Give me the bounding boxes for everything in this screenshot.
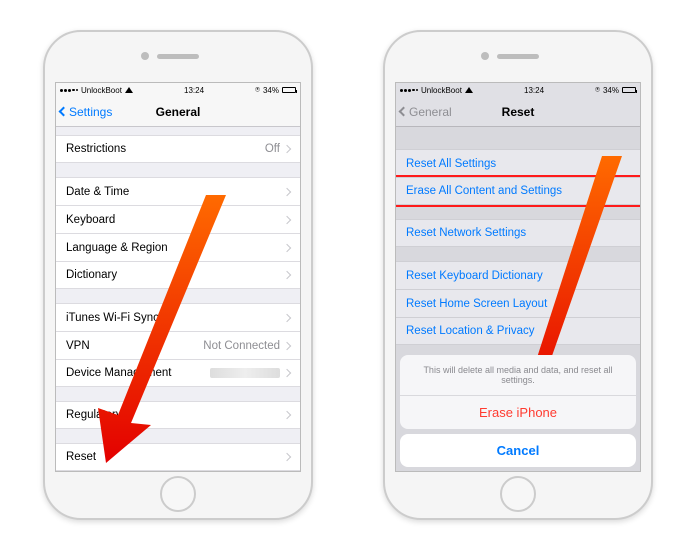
row-label: Reset Location & Privacy [406,325,534,337]
row-label: iTunes Wi-Fi Sync [66,312,159,324]
row-label: Regulatory [66,409,122,421]
chevron-right-icon [283,215,291,223]
chevron-left-icon [399,107,409,117]
row-label: Reset Home Screen Layout [406,298,547,310]
row-value: Not Connected [203,340,280,352]
cancel-button[interactable]: Cancel [400,434,636,467]
action-sheet: This will delete all media and data, and… [400,355,636,467]
row-reset-location-privacy[interactable]: Reset Location & Privacy [396,317,640,345]
row-label: Device Management [66,367,171,379]
sheet-message: This will delete all media and data, and… [400,355,636,395]
row-reset-network[interactable]: Reset Network Settings [396,219,640,247]
screen-reset: UnlockBoot 13:24 ⍟ 34% General Reset Res… [395,82,641,472]
row-label: Reset All Settings [406,158,496,170]
row-label: Erase All Content and Settings [406,185,562,197]
battery-label: 34% [603,86,619,95]
row-label: Keyboard [66,214,115,226]
battery-label: 34% [263,86,279,95]
carrier-label: UnlockBoot [81,86,122,95]
battery-icon [622,87,636,93]
wifi-icon [465,87,473,93]
home-button[interactable] [500,476,536,512]
row-label: VPN [66,340,90,352]
home-button[interactable] [160,476,196,512]
phone-left: UnlockBoot 13:24 ⍟ 34% Settings General … [43,30,313,520]
row-date-time[interactable]: Date & Time [56,177,300,205]
back-label: Settings [69,105,112,119]
page-title: General [156,105,201,119]
back-button: General [400,105,452,119]
row-label: Reset Keyboard Dictionary [406,270,543,282]
redacted-value [210,368,280,378]
carrier-label: UnlockBoot [421,86,462,95]
row-reset-keyboard-dict[interactable]: Reset Keyboard Dictionary [396,261,640,289]
row-reset-all-settings[interactable]: Reset All Settings [396,149,640,177]
erase-iphone-button[interactable]: Erase iPhone [400,395,636,429]
back-label: General [409,105,452,119]
time-label: 13:24 [184,86,204,95]
row-device-management[interactable]: Device Management [56,359,300,387]
chevron-right-icon [283,187,291,195]
status-bar: UnlockBoot 13:24 ⍟ 34% [396,83,640,97]
row-dictionary[interactable]: Dictionary [56,261,300,289]
navbar: Settings General [56,97,300,127]
chevron-right-icon [283,369,291,377]
wifi-icon [125,87,133,93]
chevron-left-icon [59,107,69,117]
row-regulatory[interactable]: Regulatory [56,401,300,429]
row-label: Reset Network Settings [406,227,526,239]
chevron-right-icon [283,411,291,419]
row-label: Reset [66,451,96,463]
row-value: Off [265,143,280,155]
chevron-right-icon [283,341,291,349]
row-restrictions[interactable]: Restrictions Off [56,135,300,163]
row-erase-all-content[interactable]: Erase All Content and Settings [396,177,640,205]
row-label: Dictionary [66,269,117,281]
row-label: Language & Region [66,242,168,254]
row-language-region[interactable]: Language & Region [56,233,300,261]
row-label: Restrictions [66,143,126,155]
time-label: 13:24 [524,86,544,95]
row-reset-home-screen[interactable]: Reset Home Screen Layout [396,289,640,317]
phone-right: UnlockBoot 13:24 ⍟ 34% General Reset Res… [383,30,653,520]
chevron-right-icon [283,243,291,251]
screen-general: UnlockBoot 13:24 ⍟ 34% Settings General … [55,82,301,472]
chevron-right-icon [283,145,291,153]
chevron-right-icon [283,271,291,279]
back-button[interactable]: Settings [60,105,112,119]
row-keyboard[interactable]: Keyboard [56,205,300,233]
chevron-right-icon [283,313,291,321]
status-bar: UnlockBoot 13:24 ⍟ 34% [56,83,300,97]
row-label: Date & Time [66,186,129,198]
chevron-right-icon [283,453,291,461]
row-reset[interactable]: Reset [56,443,300,471]
navbar: General Reset [396,97,640,127]
page-title: Reset [502,105,535,119]
row-itunes-wifi[interactable]: iTunes Wi-Fi Sync [56,303,300,331]
row-vpn[interactable]: VPN Not Connected [56,331,300,359]
battery-icon [282,87,296,93]
